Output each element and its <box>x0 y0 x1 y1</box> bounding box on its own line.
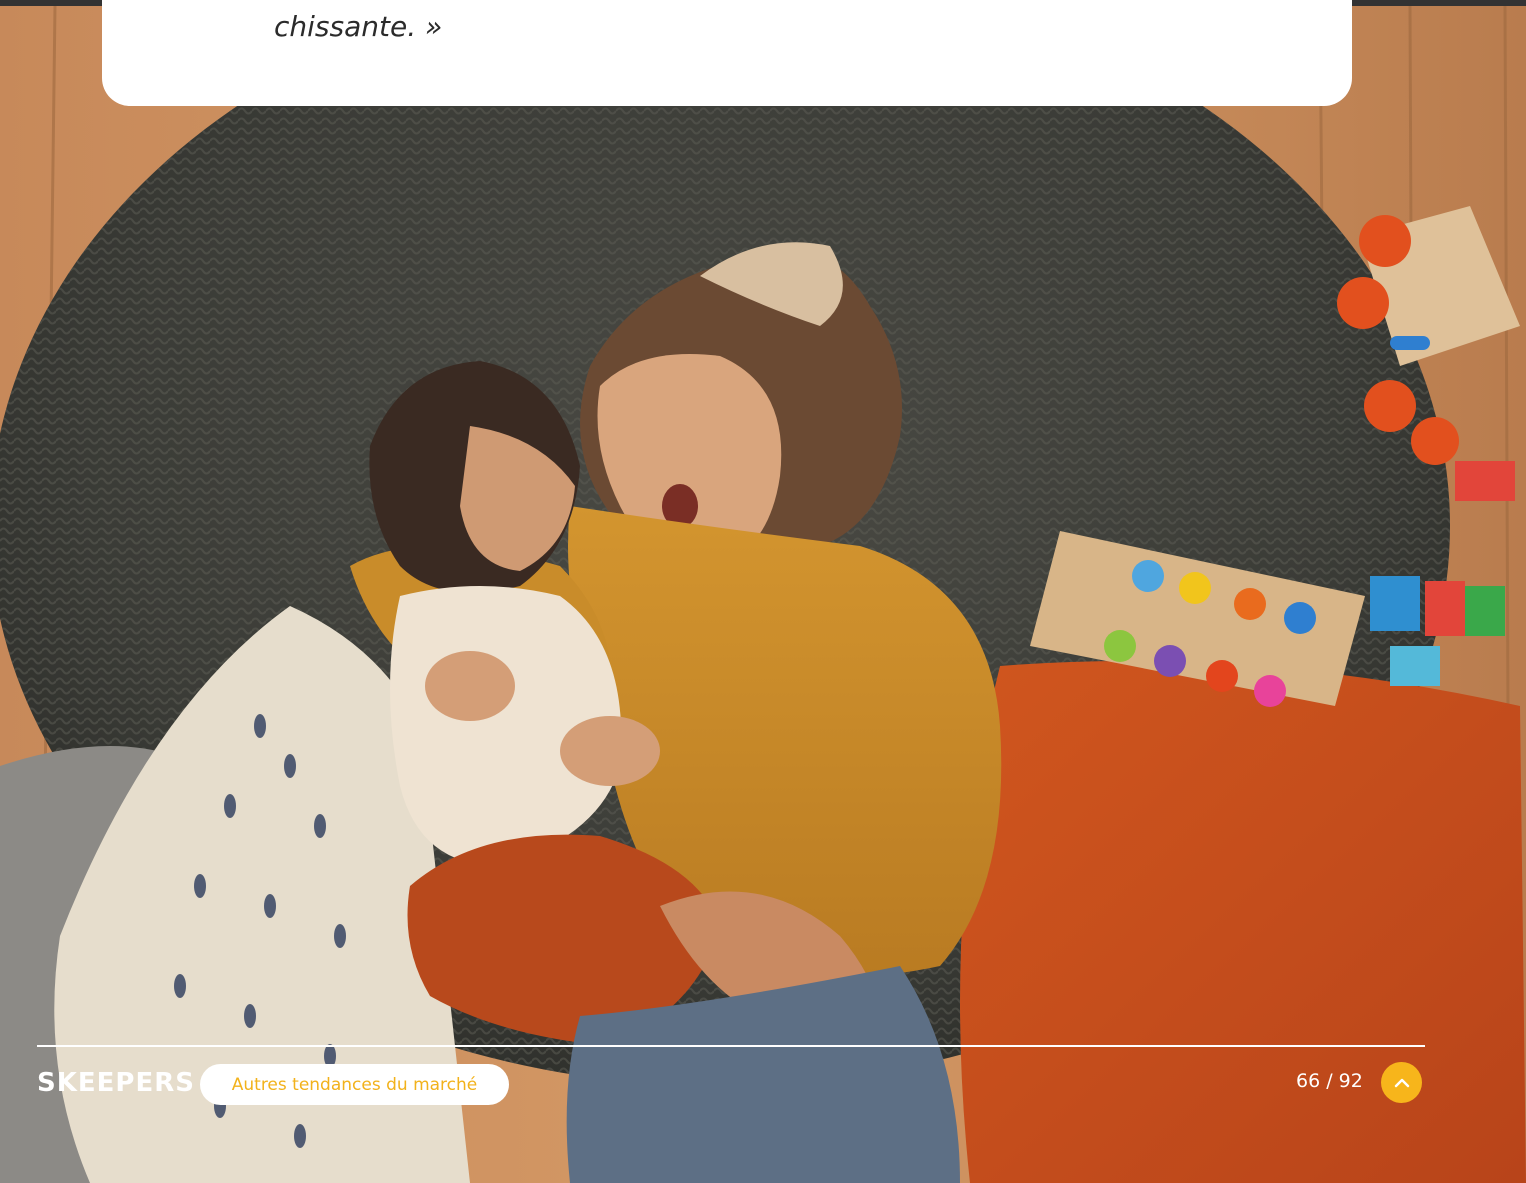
photo-illustration <box>0 6 1526 1183</box>
orange-pillow <box>960 661 1526 1183</box>
hero-photo <box>0 6 1526 1183</box>
section-tag-label: Autres tendances du marché <box>231 1074 478 1095</box>
footer-divider <box>37 1045 1425 1047</box>
quote-card: chissante. » <box>102 0 1352 106</box>
page-counter: 66 / 92 <box>1296 1070 1363 1092</box>
woman-hand-right <box>560 716 660 786</box>
skeepers-logo: SKEEPERS <box>37 1068 195 1098</box>
chevron-up-icon <box>1394 1078 1409 1087</box>
woman-hand <box>425 651 515 721</box>
quote-text: chissante. » <box>274 10 443 43</box>
section-tag-button[interactable]: Autres tendances du marché <box>200 1064 509 1105</box>
back-to-top-button[interactable] <box>1381 1062 1422 1103</box>
report-page: chissante. » SKEEPERS Autres tendances d… <box>0 0 1526 1183</box>
